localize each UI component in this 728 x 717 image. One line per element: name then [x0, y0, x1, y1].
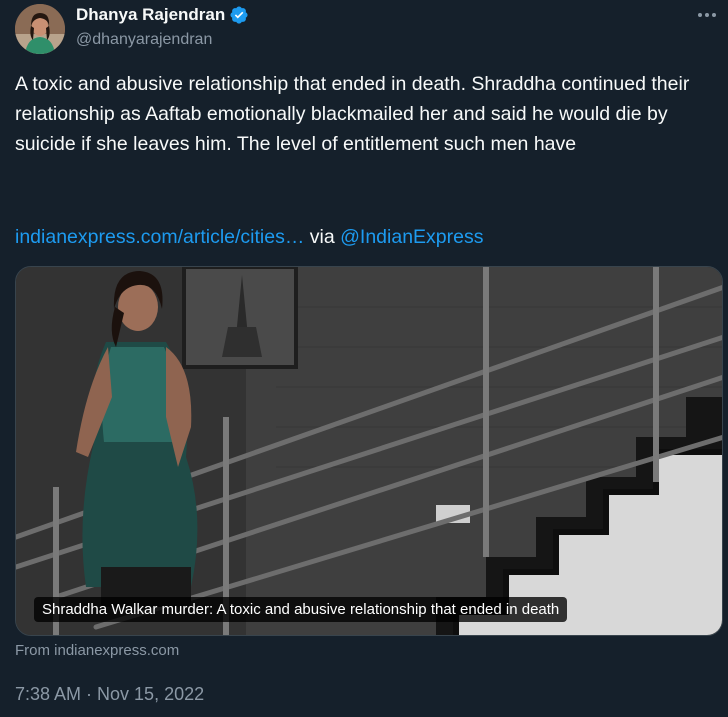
- tweet: Dhanya Rajendran @dhanyarajendran A toxi…: [0, 0, 728, 717]
- mention-link[interactable]: @IndianExpress: [340, 226, 483, 248]
- author-handle[interactable]: @dhanyarajendran: [76, 31, 212, 49]
- link-card[interactable]: Shraddha Walkar murder: A toxic and abus…: [15, 266, 723, 636]
- tweet-timestamp[interactable]: 7:38 AM · Nov 15, 2022: [15, 684, 204, 705]
- author-display-name[interactable]: Dhanya Rajendran: [76, 5, 225, 25]
- card-image: [16, 267, 722, 635]
- more-dot: [712, 13, 716, 17]
- more-dot: [705, 13, 709, 17]
- tweet-text: A toxic and abusive relationship that en…: [15, 73, 690, 155]
- via-text: via: [304, 226, 341, 248]
- avatar-image: [15, 4, 65, 54]
- author-name-row: Dhanya Rajendran: [76, 5, 249, 25]
- verified-badge-icon[interactable]: [229, 5, 249, 25]
- article-link[interactable]: indianexpress.com/article/cities…: [15, 226, 304, 248]
- card-caption: Shraddha Walkar murder: A toxic and abus…: [34, 597, 568, 622]
- more-dot: [698, 13, 702, 17]
- card-source[interactable]: From indianexpress.com: [15, 642, 179, 659]
- tweet-link-line: indianexpress.com/article/cities… via @I…: [15, 222, 484, 252]
- avatar[interactable]: [15, 4, 65, 54]
- more-icon[interactable]: [696, 8, 718, 22]
